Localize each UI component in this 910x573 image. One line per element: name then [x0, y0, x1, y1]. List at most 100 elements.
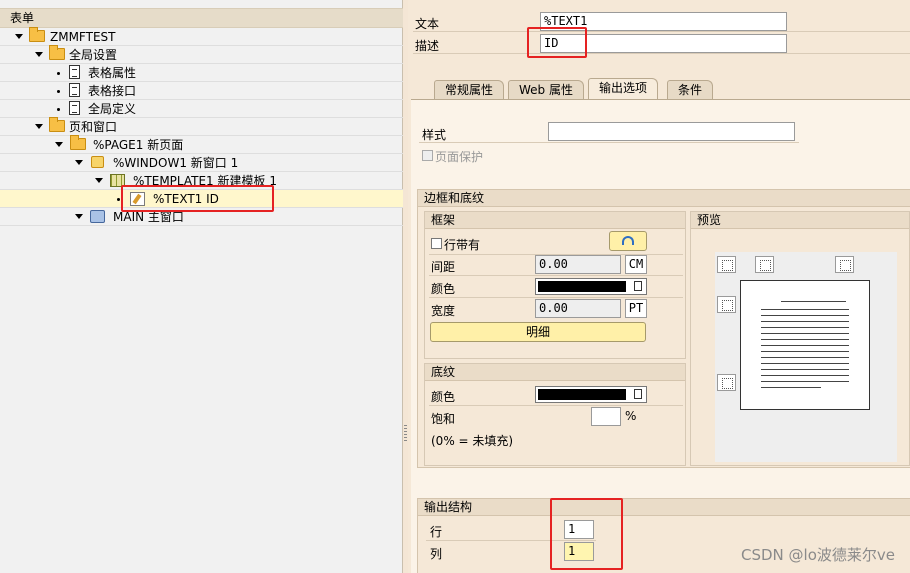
tree-node-label: %WINDOW1 新窗口 1 [113, 156, 239, 170]
border-all-icon[interactable] [717, 256, 736, 273]
expand-arrow-icon[interactable] [15, 34, 23, 39]
spacing-input[interactable]: 0.00 [535, 255, 621, 274]
main-window-icon [90, 210, 105, 223]
output-options-tab-body: 样式 页面保护 边框和底纹 框架 行带有 间距 0.00 CM 颜色 宽度 0.… [411, 99, 910, 573]
preview-subgroup: 预览 [690, 211, 910, 466]
tree-node-label: %TEMPLATE1 新建模板 1 [133, 174, 277, 188]
preview-area [715, 252, 897, 462]
width-unit[interactable]: PT [625, 299, 647, 318]
group-title: 边框和底纹 [418, 190, 910, 207]
with-line-checkbox[interactable] [431, 238, 442, 249]
splitter-handle[interactable] [404, 425, 407, 443]
window-icon [91, 156, 104, 168]
document-icon [69, 83, 80, 97]
tree-node-label: %PAGE1 新页面 [93, 138, 184, 152]
tree-node-zmmftest[interactable]: ZMMFTEST [0, 27, 403, 46]
tree-node-label: 全局定义 [88, 102, 137, 116]
tree-node-form-interface[interactable]: 表格接口 [0, 82, 403, 100]
shading-note: (0% = 未填充) [431, 434, 514, 448]
divider [429, 405, 683, 406]
value-help-icon[interactable] [634, 281, 642, 291]
text-name-input[interactable]: %TEXT1 [540, 12, 787, 31]
row-label: 行 [430, 525, 443, 539]
width-label: 宽度 [431, 304, 456, 318]
bullet-icon [117, 198, 120, 201]
tree-node-pages-and-windows[interactable]: 页和窗口 [0, 117, 403, 136]
preview-page [740, 280, 870, 410]
border-top-icon[interactable] [755, 256, 774, 273]
tree-node-global-settings[interactable]: 全局设置 [0, 45, 403, 64]
description-label: 描述 [415, 39, 440, 53]
folder-icon [70, 135, 86, 150]
style-input[interactable] [548, 122, 795, 141]
color-swatch [538, 389, 626, 400]
form-tree-panel: 表单 ZMMFTEST 全局设置 表格属性 表格接口 全局定义 页和窗口 %PA… [0, 0, 403, 573]
expand-arrow-icon[interactable] [35, 52, 43, 57]
spacing-unit[interactable]: CM [625, 255, 647, 274]
node-attributes-panel: 文本 %TEXT1 描述 ID 常规属性 Web 属性 输出选项 条件 样式 页… [408, 0, 910, 573]
expand-arrow-icon[interactable] [95, 178, 103, 183]
border-left-icon[interactable] [717, 296, 736, 313]
divider [429, 297, 683, 298]
bullet-icon [57, 72, 60, 75]
shading-color-selector[interactable] [535, 386, 647, 403]
tree-node-global-definitions[interactable]: 全局定义 [0, 100, 403, 118]
expand-arrow-icon[interactable] [55, 142, 63, 147]
expand-arrow-icon[interactable] [75, 214, 83, 219]
tree-node-template1[interactable]: %TEMPLATE1 新建模板 1 [0, 172, 403, 190]
tree-node-label: 全局设置 [69, 48, 118, 62]
folder-icon [49, 117, 65, 132]
tree-node-label: ZMMFTEST [50, 30, 116, 44]
bullet-icon [57, 108, 60, 111]
frame-color-selector[interactable] [535, 278, 647, 295]
tree-node-label: MAIN 主窗口 [113, 210, 184, 224]
frame-color-label: 颜色 [431, 282, 456, 296]
group-title: 输出结构 [418, 499, 910, 516]
page-protect-label: 页面保护 [435, 150, 484, 164]
tab-output-options[interactable]: 输出选项 [588, 78, 659, 99]
tree-node-text1[interactable]: %TEXT1 ID [0, 190, 403, 208]
width-input[interactable]: 0.00 [535, 299, 621, 318]
watermark-text: CSDN @lo波德莱尔ve [741, 546, 895, 564]
folder-icon [49, 45, 65, 60]
undo-icon [622, 236, 634, 245]
border-and-shading-group: 边框和底纹 框架 行带有 间距 0.00 CM 颜色 宽度 0.00 PT 明细… [417, 189, 910, 468]
tree-node-main-window[interactable]: MAIN 主窗口 [0, 208, 403, 226]
color-swatch [538, 281, 626, 292]
tab-conditions[interactable]: 条件 [667, 80, 714, 99]
tab-web-attributes[interactable]: Web 属性 [508, 80, 584, 99]
description-input[interactable]: ID [540, 34, 787, 53]
frame-title: 框架 [425, 212, 685, 229]
column-input[interactable]: 1 [564, 542, 594, 561]
tree-node-window1[interactable]: %WINDOW1 新窗口 1 [0, 154, 403, 172]
border-right-icon[interactable] [835, 256, 854, 273]
bullet-icon [57, 90, 60, 93]
tree-node-label: %TEXT1 ID [153, 192, 219, 206]
saturation-input[interactable] [591, 407, 621, 426]
page-protect-checkbox[interactable] [422, 150, 433, 161]
expand-arrow-icon[interactable] [75, 160, 83, 165]
border-bottom-icon[interactable] [717, 374, 736, 391]
tree-node-label: 表格接口 [88, 84, 137, 98]
shading-subgroup: 底纹 颜色 饱和 % (0% = 未填充) [424, 363, 686, 466]
template-table-icon [110, 174, 125, 187]
details-button[interactable]: 明细 [430, 322, 646, 342]
undo-button[interactable] [609, 231, 647, 251]
text-label: 文本 [415, 17, 440, 31]
tree-node-label: 页和窗口 [69, 120, 118, 134]
row-input[interactable]: 1 [564, 520, 594, 539]
expand-arrow-icon[interactable] [35, 124, 43, 129]
tree-node-form-attributes[interactable]: 表格属性 [0, 64, 403, 82]
text-edit-icon [130, 192, 145, 206]
divider [413, 31, 910, 32]
shading-title: 底纹 [425, 364, 685, 381]
spacing-label: 间距 [431, 260, 456, 274]
divider [429, 275, 683, 276]
tree-node-label: 表格属性 [88, 66, 137, 80]
style-label: 样式 [422, 128, 447, 142]
column-label: 列 [430, 547, 443, 561]
tree-node-page1[interactable]: %PAGE1 新页面 [0, 135, 403, 154]
divider [419, 142, 799, 143]
value-help-icon[interactable] [634, 389, 642, 399]
tab-general-attributes[interactable]: 常规属性 [434, 80, 505, 99]
